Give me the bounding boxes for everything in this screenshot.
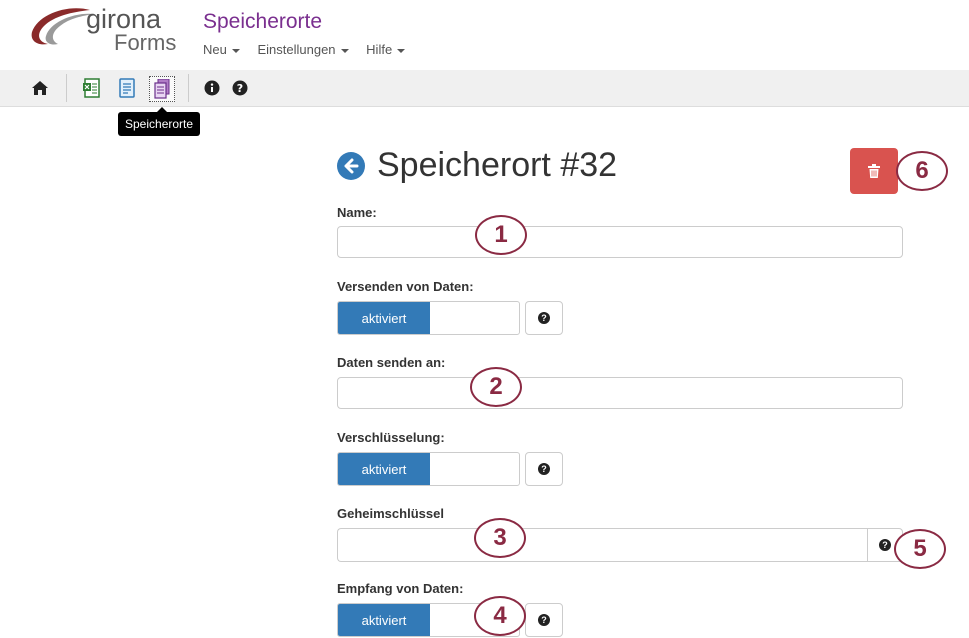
help-button[interactable]: ?	[228, 76, 252, 100]
name-input[interactable]	[337, 226, 903, 258]
nav-menu-neu[interactable]: Neu	[203, 42, 240, 57]
girona-forms-logo[interactable]: girona Forms	[28, 2, 178, 62]
info-button[interactable]	[200, 76, 224, 100]
encryption-label: Verschlüsselung:	[337, 430, 445, 445]
callout-3: 3	[474, 518, 526, 558]
delete-button[interactable]	[850, 148, 898, 194]
send-data-label: Versenden von Daten:	[337, 279, 474, 294]
form-icon	[119, 78, 135, 98]
caret-down-icon	[397, 48, 406, 53]
svg-text:?: ?	[237, 82, 243, 95]
send-data-help-button[interactable]: ?	[525, 301, 563, 335]
question-circle-icon: ?	[879, 539, 891, 551]
question-circle-icon: ?	[538, 463, 550, 475]
toggle-state: aktiviert	[338, 453, 430, 485]
form-button[interactable]	[115, 76, 139, 100]
tooltip: Speicherorte	[118, 107, 201, 136]
caret-down-icon	[340, 48, 349, 53]
send-to-label: Daten senden an:	[337, 355, 446, 370]
nav-label: Hilfe	[366, 42, 393, 57]
back-arrow-icon[interactable]	[337, 151, 365, 180]
secret-key-input[interactable]	[337, 528, 867, 562]
receive-data-label: Empfang von Daten:	[337, 581, 464, 596]
callout-1: 1	[475, 215, 527, 255]
caret-down-icon	[231, 48, 240, 53]
page-section-title: Speicherorte	[203, 10, 323, 33]
spreadsheet-button[interactable]	[80, 76, 104, 100]
main-nav: Neu Einstellungen Hilfe	[203, 42, 419, 57]
callout-4: 4	[474, 596, 526, 636]
page-title-text: Speicherort #32	[377, 146, 618, 184]
toolbar-divider	[66, 74, 67, 102]
encryption-toggle[interactable]: aktiviert	[337, 452, 520, 486]
app-header: girona Forms Speicherorte Neu Einstellun…	[0, 0, 969, 71]
toolbar-divider	[188, 74, 189, 102]
send-data-toggle[interactable]: aktiviert	[337, 301, 520, 335]
storage-locations-button[interactable]	[149, 76, 175, 102]
trash-icon	[868, 164, 880, 178]
toggle-state: aktiviert	[338, 604, 430, 636]
callout-6: 6	[896, 151, 948, 191]
home-button[interactable]	[28, 76, 52, 100]
nav-menu-hilfe[interactable]: Hilfe	[366, 42, 406, 57]
secret-key-group: ?	[337, 528, 903, 562]
toggle-state: aktiviert	[338, 302, 430, 334]
help-icon: ?	[232, 80, 248, 96]
callout-2: 2	[470, 367, 522, 407]
toolbar: ?	[0, 70, 969, 107]
storage-locations-icon	[154, 79, 170, 99]
question-circle-icon: ?	[538, 614, 550, 626]
spreadsheet-icon	[83, 78, 100, 98]
receive-data-help-button[interactable]: ?	[525, 603, 563, 637]
nav-menu-einstellungen[interactable]: Einstellungen	[257, 42, 349, 57]
logo-text-forms: Forms	[114, 30, 177, 55]
callout-5: 5	[894, 529, 946, 569]
question-circle-icon: ?	[538, 312, 550, 324]
page-title: Speicherort #32	[337, 146, 617, 185]
nav-label: Neu	[203, 42, 227, 57]
name-label: Name:	[337, 205, 377, 220]
nav-label: Einstellungen	[257, 42, 336, 57]
home-icon	[32, 81, 48, 95]
info-icon	[204, 80, 220, 96]
secret-key-label: Geheimschlüssel	[337, 506, 444, 521]
send-to-input[interactable]	[337, 377, 903, 409]
encryption-help-button[interactable]: ?	[525, 452, 563, 486]
